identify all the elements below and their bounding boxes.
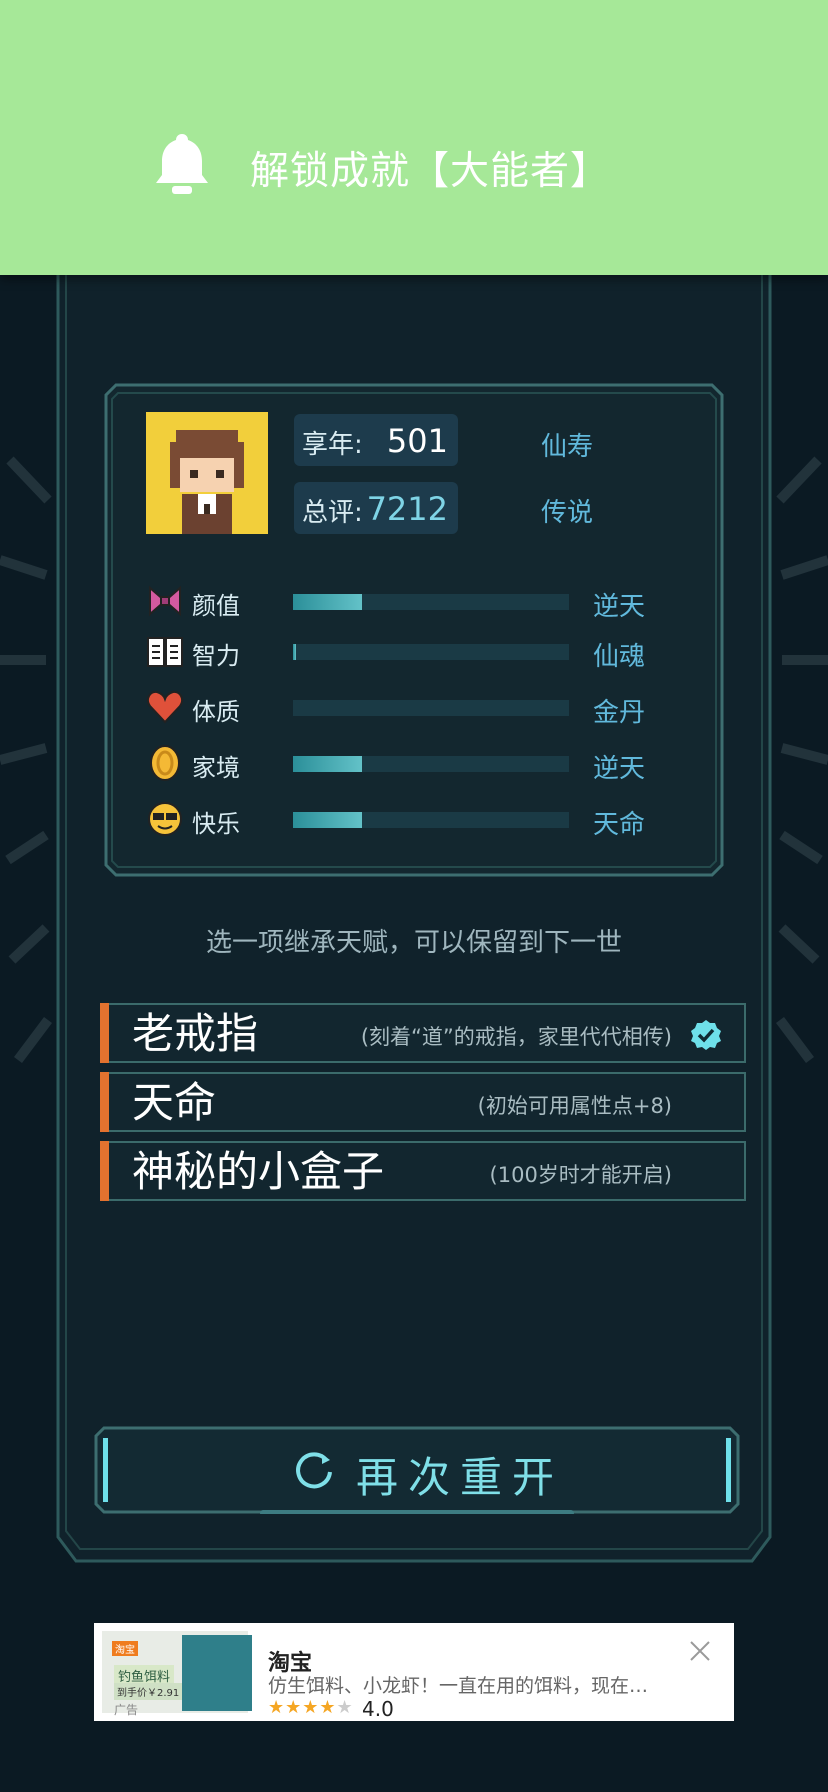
attr-bar-fill — [293, 644, 296, 660]
talent-option-destiny[interactable]: 天命 (初始可用属性点+8) — [100, 1072, 746, 1132]
age-value: 501 — [386, 422, 448, 460]
check-badge-icon — [691, 1020, 721, 1050]
star-rating-icon: ★★★★★ — [268, 1697, 354, 1718]
talent-option-box[interactable]: 神秘的小盒子 (100岁时才能开启) — [100, 1141, 746, 1201]
bow-icon — [149, 585, 181, 617]
score-rank: 传说 — [541, 498, 594, 528]
attr-name-physique: 体质 — [192, 698, 240, 726]
toast-message: 解锁成就【大能者】 — [250, 149, 611, 194]
score-label: 总评: — [302, 498, 363, 528]
product-image — [182, 1635, 252, 1711]
avatar — [146, 412, 268, 534]
ad-thumb-price: 到手价￥2.91 — [114, 1683, 183, 1700]
coin-icon — [150, 745, 180, 781]
score-value: 7212 — [366, 490, 448, 528]
attr-name-happiness: 快乐 — [192, 810, 240, 838]
attr-bar-happiness — [293, 812, 569, 828]
restart-label: 再次重开 — [356, 1453, 565, 1502]
attr-bar-fill — [293, 594, 362, 610]
attr-bar-fill — [293, 812, 362, 828]
ad-thumb-tag: 淘宝 — [112, 1641, 138, 1656]
book-icon — [147, 637, 183, 667]
achievement-toast[interactable]: 解锁成就【大能者】 — [0, 0, 828, 275]
talent-name: 神秘的小盒子 — [132, 1147, 385, 1196]
attr-bar-looks — [293, 594, 569, 610]
attr-grade-physique: 金丹 — [593, 698, 646, 728]
attr-grade-looks: 逆天 — [593, 592, 646, 622]
inherit-hint: 选一项继承天赋，可以保留到下一世 — [205, 928, 622, 958]
talent-option-ring[interactable]: 老戒指 (刻着“道”的戒指，家里代代相传) — [100, 1003, 746, 1063]
attr-grade-intelligence: 仙魂 — [593, 642, 646, 672]
talent-desc: (刻着“道”的戒指，家里代代相传) — [360, 1025, 672, 1049]
attr-name-family: 家境 — [192, 754, 240, 782]
age-box: 享年: 501 — [294, 414, 458, 466]
talent-accent — [100, 1141, 109, 1201]
talent-name: 天命 — [132, 1078, 217, 1127]
attr-bar-fill — [293, 756, 362, 772]
refresh-icon — [296, 1452, 332, 1489]
attr-name-intelligence: 智力 — [192, 642, 240, 670]
ad-thumbnail[interactable]: 淘宝 钓鱼饵料 到手价￥2.91 广告 — [102, 1631, 252, 1717]
attr-grade-family: 逆天 — [593, 754, 646, 784]
talent-name: 老戒指 — [132, 1009, 259, 1058]
attr-bar-family — [293, 756, 569, 772]
attr-bar-physique — [293, 700, 569, 716]
restart-button[interactable]: 再次重开 — [94, 1426, 740, 1514]
ad-banner[interactable]: 淘宝 钓鱼饵料 到手价￥2.91 广告 淘宝 仿生饵料、小龙虾！一直在用的饵料，… — [94, 1623, 734, 1721]
close-icon[interactable] — [688, 1639, 712, 1663]
ad-description: 仿生饵料、小龙虾！一直在用的饵料，现在… — [268, 1675, 649, 1697]
talent-accent — [100, 1003, 109, 1063]
attr-name-looks: 颜值 — [192, 592, 240, 620]
age-label: 享年: — [302, 430, 363, 460]
bell-icon — [156, 134, 208, 194]
sunglasses-icon — [148, 802, 182, 836]
ad-thumb-note: 广告 — [114, 1703, 139, 1717]
attr-grade-happiness: 天命 — [593, 810, 646, 840]
age-rank: 仙寿 — [541, 432, 594, 462]
talent-accent — [100, 1072, 109, 1132]
heart-icon — [147, 690, 183, 724]
score-box: 总评: 7212 — [294, 482, 458, 534]
attr-bar-intelligence — [293, 644, 569, 660]
talent-desc: (100岁时才能开启) — [489, 1163, 672, 1187]
ad-rating: 4.0 — [362, 1697, 394, 1721]
talent-desc: (初始可用属性点+8) — [477, 1094, 672, 1118]
